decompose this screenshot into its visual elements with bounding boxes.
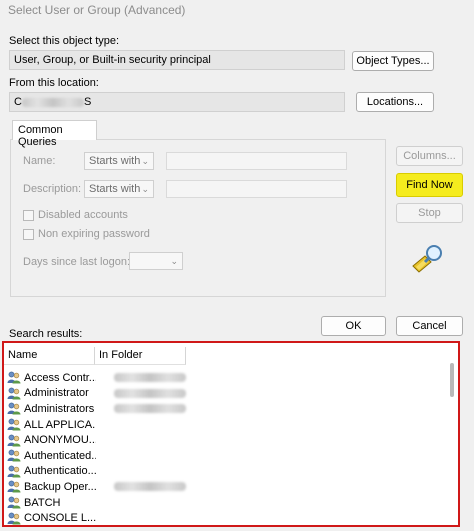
users-icon — [7, 371, 21, 384]
chevron-down-icon: ⌄ — [141, 155, 149, 166]
location-label: From this location: — [9, 77, 99, 89]
checkbox-box — [23, 209, 34, 221]
location-prefix: C — [14, 96, 22, 108]
users-icon — [7, 449, 21, 462]
location-suffix: S — [83, 96, 92, 108]
locations-button[interactable]: Locations... — [356, 92, 434, 112]
location-field: CS — [9, 92, 345, 112]
chevron-down-icon: ⌄ — [170, 255, 178, 266]
ok-button[interactable]: OK — [321, 316, 386, 336]
redacted-folder — [114, 404, 186, 414]
row-name: Access Contr... — [24, 371, 96, 384]
table-row[interactable] — [4, 526, 186, 527]
row-name: Administrator — [24, 387, 89, 400]
table-row[interactable]: ANONYMOU... — [4, 432, 186, 448]
row-name: ANONYMOU... — [24, 434, 96, 447]
results-scrollbar[interactable] — [450, 363, 454, 397]
search-results-list[interactable]: Name In Folder Access Contr... Administra… — [2, 341, 460, 527]
table-row[interactable]: Administrators — [4, 401, 186, 417]
disabled-accounts-checkbox[interactable]: Disabled accounts — [23, 209, 128, 221]
row-name: Backup Oper... — [24, 480, 96, 493]
row-name: Authenticated... — [24, 449, 96, 462]
users-icon — [7, 512, 21, 525]
users-icon — [7, 387, 21, 400]
redacted-text — [21, 97, 84, 107]
users-icon — [7, 496, 21, 509]
tab-common-queries[interactable]: Common Queries — [12, 120, 97, 148]
redacted-folder — [114, 388, 186, 398]
column-header-name[interactable]: Name — [4, 347, 95, 365]
results-rows: Access Contr... Administrator Administrato… — [4, 370, 186, 527]
redacted-folder — [114, 482, 186, 492]
table-row[interactable]: Administrator — [4, 386, 186, 402]
description-mode-select[interactable]: Starts with ⌄ — [84, 180, 154, 198]
results-header: Name In Folder — [4, 347, 186, 365]
checkbox-box — [23, 228, 34, 240]
table-row[interactable]: Authenticatio... — [4, 464, 186, 480]
description-input[interactable] — [166, 180, 347, 198]
column-header-in-folder[interactable]: In Folder — [95, 347, 186, 365]
users-icon — [7, 418, 21, 431]
users-icon — [7, 402, 21, 415]
non-expiring-password-label: Non expiring password — [38, 228, 150, 240]
row-name: CONSOLE L... — [24, 512, 96, 525]
columns-button[interactable]: Columns... — [396, 146, 463, 166]
name-mode-value: Starts with — [89, 155, 141, 167]
stop-button[interactable]: Stop — [396, 203, 463, 223]
row-name: BATCH — [24, 496, 61, 509]
row-name: Authenticatio... — [24, 465, 96, 478]
window-title: Select User or Group (Advanced) — [8, 3, 186, 17]
name-label: Name: — [23, 155, 56, 167]
days-since-logon-label: Days since last logon: — [23, 256, 130, 268]
non-expiring-password-checkbox[interactable]: Non expiring password — [23, 228, 150, 240]
table-row[interactable]: ALL APPLICA... — [4, 417, 186, 433]
object-type-label: Select this object type: — [9, 35, 120, 47]
users-icon — [7, 480, 21, 493]
table-row[interactable]: Access Contr... — [4, 370, 186, 386]
days-since-logon-select[interactable]: ⌄ — [129, 252, 183, 270]
table-row[interactable]: CONSOLE L... — [4, 510, 186, 525]
table-row[interactable]: BATCH — [4, 495, 186, 511]
search-results-label: Search results: — [9, 328, 83, 340]
disabled-accounts-label: Disabled accounts — [38, 209, 128, 221]
name-input[interactable] — [166, 152, 347, 170]
flashlight-search-icon — [412, 245, 442, 273]
row-name: ALL APPLICA... — [24, 418, 96, 431]
description-label: Description: — [23, 183, 82, 195]
object-type-field: User, Group, or Built-in security princi… — [9, 50, 345, 70]
object-types-button[interactable]: Object Types... — [352, 51, 434, 71]
table-row[interactable]: Backup Oper... — [4, 479, 186, 495]
table-row[interactable]: Authenticated... — [4, 448, 186, 464]
row-name: Administrators — [24, 402, 95, 415]
chevron-down-icon: ⌄ — [141, 183, 149, 194]
users-icon — [7, 465, 21, 478]
name-mode-select[interactable]: Starts with ⌄ — [84, 152, 154, 170]
cancel-button[interactable]: Cancel — [396, 316, 463, 336]
users-icon — [7, 434, 21, 447]
description-mode-value: Starts with — [89, 183, 141, 195]
find-now-button[interactable]: Find Now — [396, 173, 463, 197]
redacted-folder — [114, 373, 186, 383]
